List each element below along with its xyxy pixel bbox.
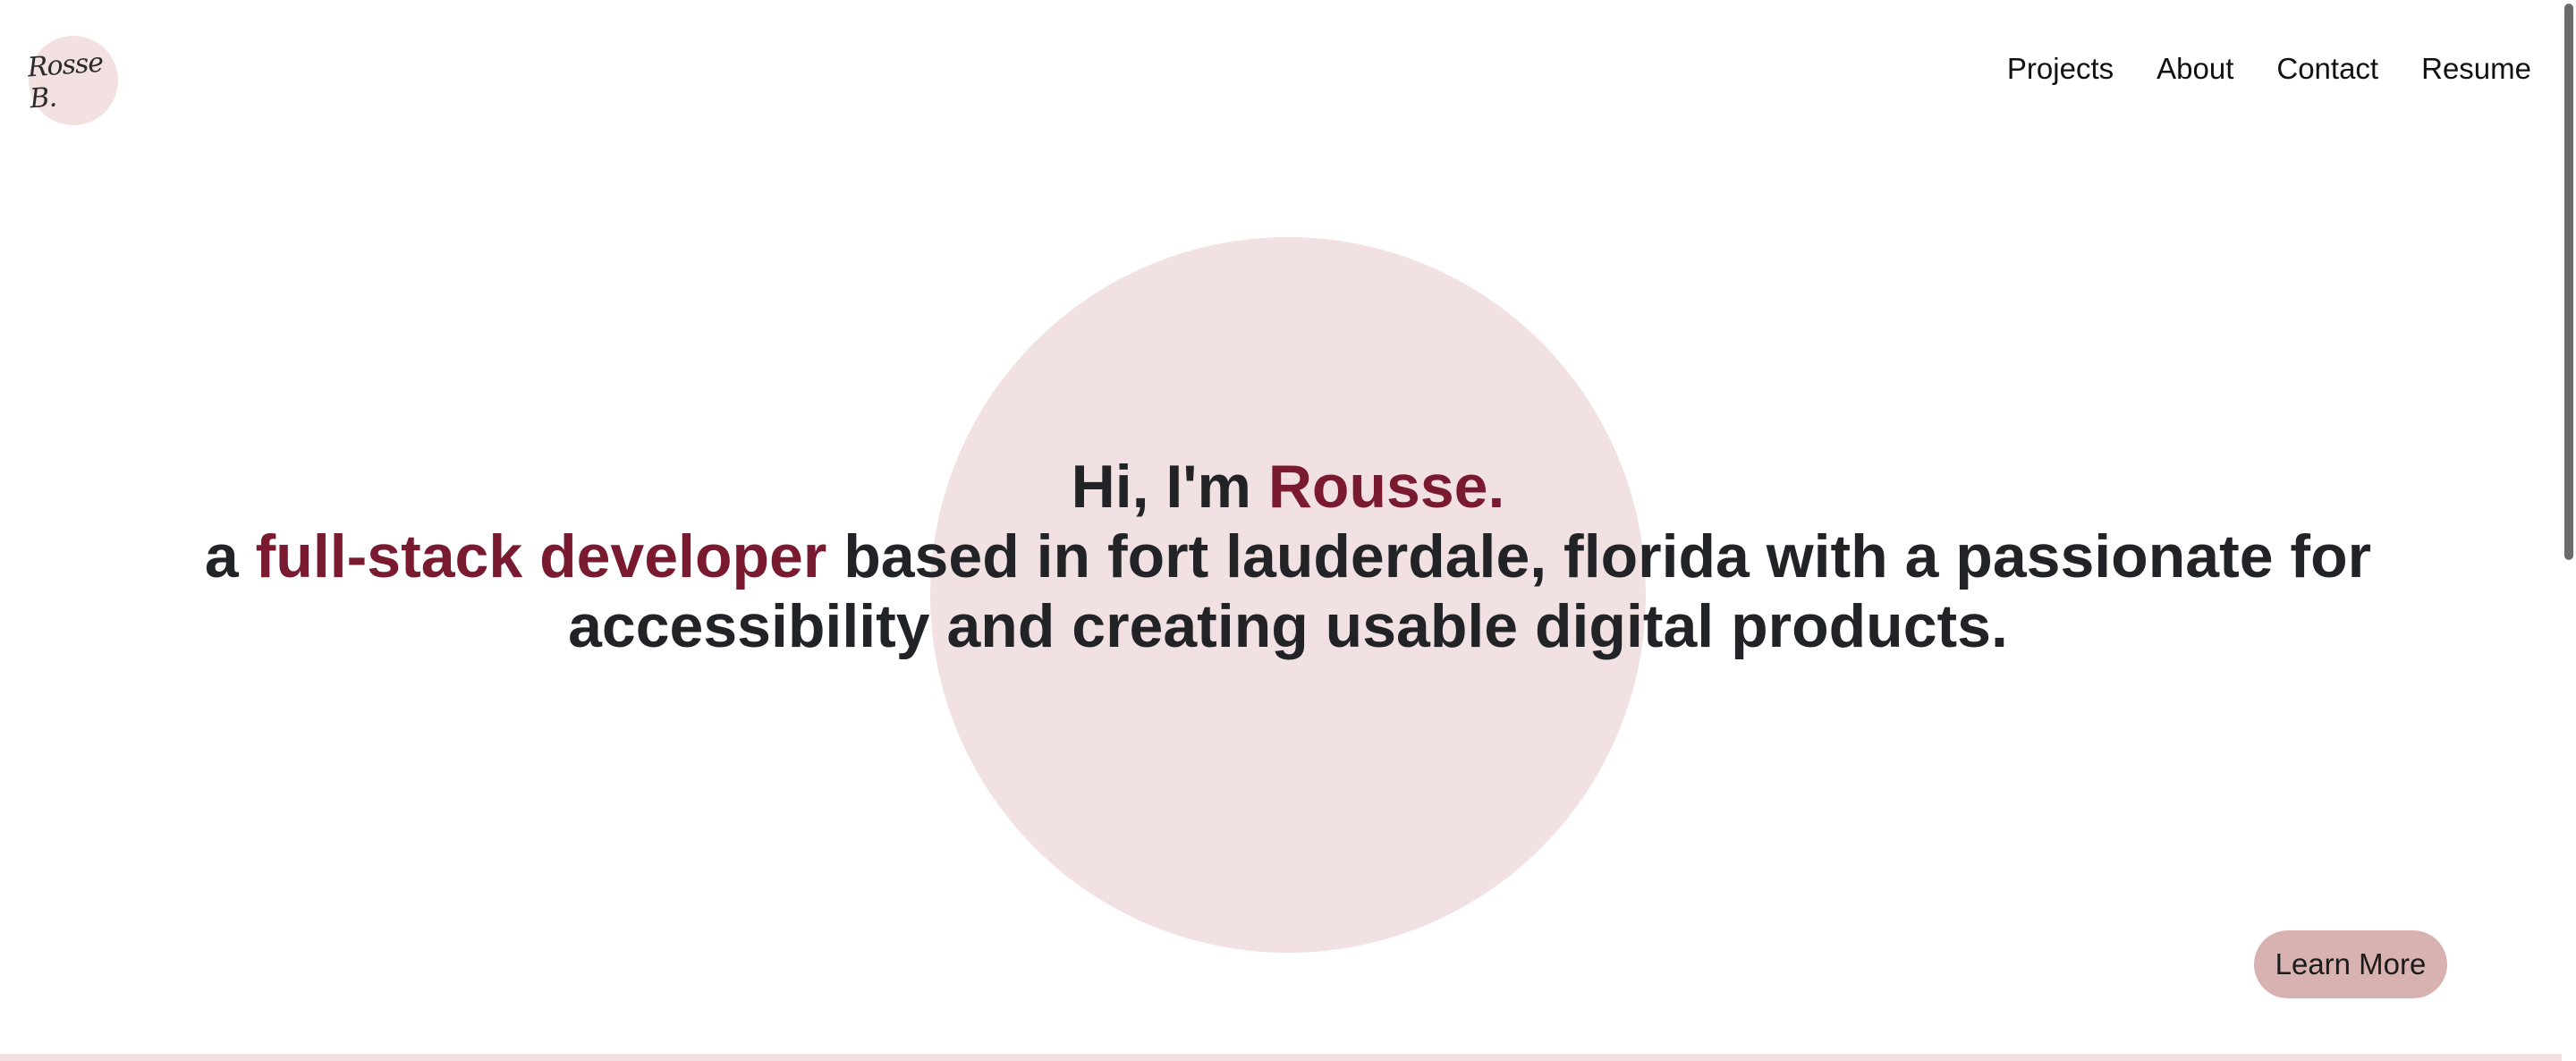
- greeting-prefix: Hi, I'm: [1071, 453, 1268, 521]
- tagline-prefix: a: [204, 522, 256, 590]
- nav-link-about[interactable]: About: [2157, 45, 2233, 93]
- nav-link-resume[interactable]: Resume: [2421, 45, 2531, 93]
- scrollbar-thumb[interactable]: [2564, 4, 2573, 560]
- tagline-suffix: based in fort lauderdale, florida with a…: [826, 522, 2372, 590]
- hero-name: Rousse.: [1267, 453, 1505, 521]
- logo-signature: Rosse B.: [26, 47, 105, 115]
- page: Rosse B. Projects About Contact Resume H…: [0, 0, 2576, 1061]
- section-divider: [0, 1054, 2562, 1061]
- nav-link-projects[interactable]: Projects: [2007, 45, 2114, 93]
- logo[interactable]: Rosse B.: [26, 36, 118, 125]
- learn-more-button[interactable]: Learn More: [2254, 930, 2447, 998]
- hero-heading: Hi, I'm Rousse. a full-stack developer b…: [0, 452, 2576, 661]
- hero-greeting: Hi, I'm Rousse.: [0, 452, 2576, 522]
- nav-link-contact[interactable]: Contact: [2276, 45, 2378, 93]
- hero-role: full-stack developer: [255, 522, 827, 590]
- main-nav: Projects About Contact Resume: [1964, 45, 2531, 93]
- hero-tagline-line-2: accessibility and creating usable digita…: [568, 592, 2008, 660]
- scrollbar-track[interactable]: [2562, 0, 2576, 1061]
- hero-tagline-line-1: a full-stack developer based in fort lau…: [0, 522, 2576, 591]
